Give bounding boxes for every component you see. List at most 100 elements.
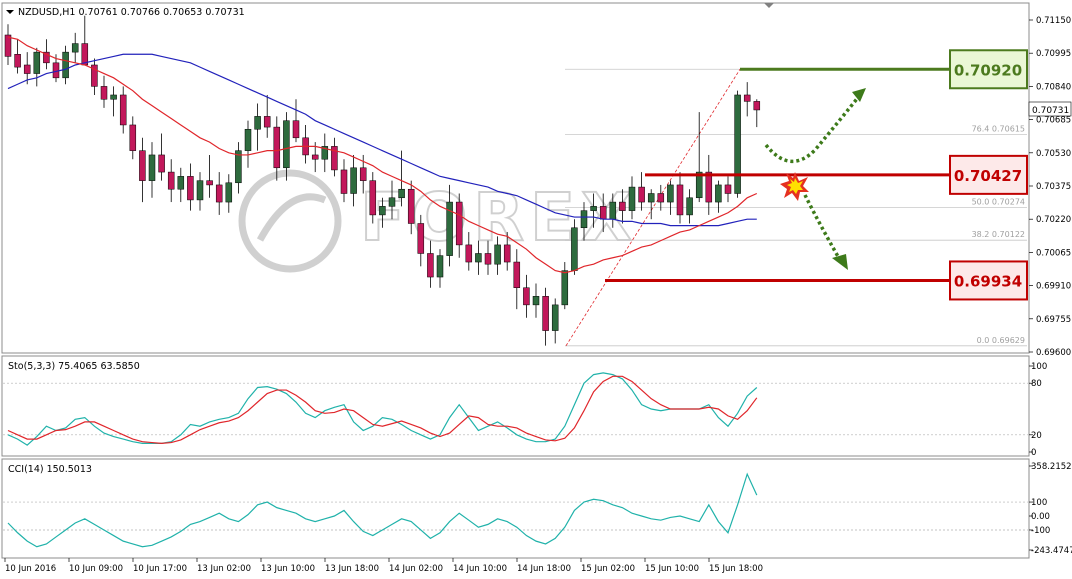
- candle-bullish: [110, 94, 117, 100]
- candle-bearish: [407, 188, 415, 224]
- candle-bullish: [196, 180, 204, 201]
- resistance-level-label: 0.70920: [954, 61, 1022, 79]
- fib-label: 38.2 0.70122: [972, 230, 1025, 239]
- support-level-label: 0.69934: [954, 272, 1022, 290]
- candle-bullish: [571, 227, 578, 271]
- price-tick-label: 0.70685: [1036, 116, 1071, 126]
- candle-bearish: [657, 193, 665, 203]
- current-price-text: 0.70731: [1032, 106, 1069, 116]
- candle-bearish: [23, 64, 31, 74]
- candle-bearish: [753, 101, 761, 111]
- time-tick-label: 13 Jun 02:00: [197, 564, 251, 574]
- candle-bearish: [263, 116, 271, 128]
- time-tick-label: 14 Jun 10:00: [453, 564, 507, 574]
- price-tick-label: 0.70995: [1036, 49, 1071, 59]
- candle-bearish: [676, 184, 684, 216]
- candle-bullish: [686, 197, 693, 216]
- time-tick-label: 15 Jun 18:00: [709, 564, 763, 574]
- stoch-tick-label: 80: [1031, 379, 1042, 389]
- candle-bullish: [532, 296, 540, 306]
- candle-bearish: [292, 120, 300, 139]
- candle-bullish: [715, 184, 722, 203]
- current-price-tag: 0.70731: [1028, 101, 1072, 117]
- candle-bullish: [33, 51, 41, 74]
- price-axis: 0.71150 0.70995 0.70840 0.70685 0.70530 0.703…: [1029, 16, 1071, 358]
- stoch-tick-label: 20: [1031, 431, 1042, 441]
- time-tick-label: 13 Jun 10:00: [261, 564, 315, 574]
- candle-bearish: [359, 167, 367, 181]
- price-tick-label: 0.70530: [1036, 149, 1071, 159]
- candle-bearish: [14, 54, 21, 68]
- candle-bullish: [475, 253, 482, 263]
- candle-bearish: [215, 184, 223, 203]
- cci-tick-label: -100: [1031, 526, 1050, 536]
- candle-bullish: [436, 255, 444, 278]
- time-tick-label: 15 Jun 10:00: [645, 564, 699, 574]
- candle-bearish: [139, 150, 146, 181]
- candle-bullish: [561, 270, 569, 306]
- candle-bullish: [398, 188, 405, 199]
- time-tick-label: 10 Jun 09:00: [69, 564, 123, 574]
- candle-bullish: [667, 184, 674, 203]
- candle-bullish: [388, 197, 396, 207]
- candle-bearish: [503, 244, 511, 263]
- candle-bearish: [743, 94, 751, 102]
- cci-tick-label: 0.00: [1031, 512, 1050, 522]
- cci-label: CCI(14) 150.5013: [8, 464, 92, 475]
- price-tick-label: 0.71150: [1036, 16, 1071, 26]
- price-tick-label: 0.69910: [1036, 282, 1071, 292]
- cci-tick-label: -243.4747: [1031, 546, 1072, 556]
- fib-label: 76.4 0.70615: [972, 125, 1025, 134]
- fib-label: 50.0 0.70274: [972, 198, 1025, 207]
- time-tick-label: 13 Jun 18:00: [325, 564, 379, 574]
- candle-bearish: [465, 244, 473, 263]
- candle-bearish: [599, 206, 607, 220]
- time-axis: 10 Jun 2016 10 Jun 09:00 10 Jun 17:00 13 Ju…: [4, 558, 763, 574]
- candle-bearish: [619, 201, 626, 211]
- candle-bullish: [628, 186, 636, 211]
- stochastic-label: Sto(5,3,3) 75.4065 63.5850: [8, 361, 140, 372]
- candle-bullish: [350, 167, 357, 194]
- time-tick-label: 14 Jun 02:00: [389, 564, 443, 574]
- candle-bearish: [340, 169, 348, 194]
- time-tick-label: 15 Jun 02:00: [581, 564, 635, 574]
- chart-header: NZDUSD,H1 0.70761 0.70766 0.70653 0.7073…: [6, 7, 245, 18]
- candle-bullish: [590, 206, 597, 211]
- time-tick-label: 14 Jun 18:00: [517, 564, 571, 574]
- candle-bullish: [609, 201, 617, 220]
- candle-bearish: [273, 126, 281, 169]
- stoch-tick-label: 100: [1031, 362, 1047, 372]
- candle-bullish: [177, 176, 185, 190]
- time-tick-label: 10 Jun 2016: [5, 564, 56, 574]
- candle-bearish: [638, 186, 645, 203]
- candle-bearish: [523, 287, 530, 306]
- candle-bullish: [283, 120, 290, 169]
- candle-bearish: [417, 223, 425, 254]
- candle-bullish: [244, 128, 252, 151]
- chart-window: FOREX 76.4 0.7061550.0 0.7027438.2 0.701…: [1, 2, 1072, 574]
- price-tick-label: 0.69600: [1036, 348, 1071, 358]
- candle-bearish: [427, 253, 434, 278]
- candle-bearish: [724, 184, 732, 194]
- candle-bearish: [158, 154, 165, 173]
- candle-bearish: [455, 201, 463, 246]
- cci-tick-label: 358.2152: [1031, 462, 1072, 472]
- price-tick-label: 0.70065: [1036, 248, 1071, 258]
- candle-bearish: [513, 261, 521, 288]
- candle-bullish: [734, 94, 741, 194]
- candle-bullish: [379, 206, 386, 216]
- candle-bullish: [148, 154, 156, 181]
- price-tick-label: 0.69755: [1036, 315, 1071, 325]
- candle-bearish: [542, 296, 549, 331]
- stoch-tick-label: 0: [1031, 448, 1036, 458]
- candle-bearish: [705, 171, 713, 203]
- candle-bearish: [119, 94, 127, 126]
- stochastic-pane: [1, 355, 1030, 457]
- candle-bearish: [206, 180, 213, 186]
- stochastic-axis: 100 80 20 0: [1029, 362, 1047, 458]
- price-tick-label: 0.70840: [1036, 82, 1071, 92]
- candle-bullish: [62, 51, 69, 79]
- candle-bearish: [369, 180, 377, 216]
- candle-bullish: [71, 43, 79, 53]
- candle-bullish: [254, 116, 261, 130]
